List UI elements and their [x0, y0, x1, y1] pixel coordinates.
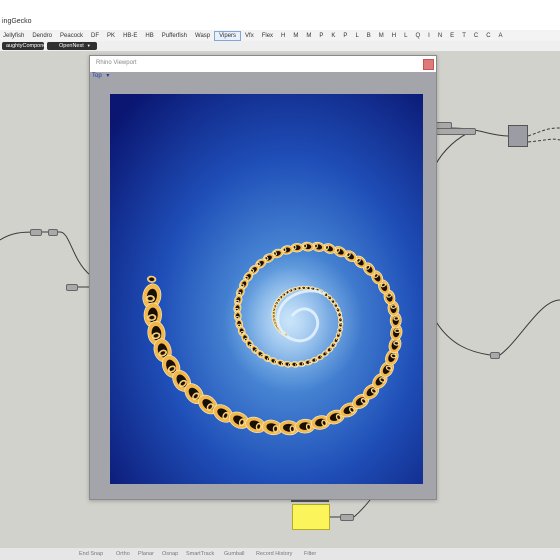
fractal-bulb: [272, 312, 275, 315]
fractal-bulb: [273, 322, 277, 325]
fractal-bulb: [339, 327, 343, 330]
fractal-bulb: [295, 363, 298, 367]
fractal-bulb: [237, 323, 242, 327]
fractal-bulb: [292, 287, 295, 291]
status-item[interactable]: Osnap: [162, 551, 178, 557]
view-label: Top: [92, 73, 102, 79]
status-item[interactable]: Filter: [304, 551, 316, 557]
wire-left-2: [42, 231, 91, 276]
fractal-bulb: [235, 299, 240, 304]
close-icon[interactable]: [423, 59, 434, 70]
fractal-bulb: [310, 287, 313, 290]
chevron-down-icon: ▾: [106, 73, 110, 79]
fractal-bulb: [394, 328, 401, 334]
yellow-panel[interactable]: [292, 504, 330, 530]
fractal-bulb: [288, 289, 291, 292]
param-node-left-2[interactable]: [48, 229, 58, 236]
param-node-right-3[interactable]: [490, 352, 500, 359]
panel-header-bar: [291, 500, 329, 502]
fractal-bulb: [145, 295, 155, 302]
param-node-bottom[interactable]: [340, 514, 354, 521]
fractal-bulb: [296, 286, 299, 290]
fractal-bulb: [314, 243, 318, 249]
wire-right-dashed-2: [527, 138, 560, 143]
fractal-bulb: [336, 307, 340, 310]
rhino-viewport-window[interactable]: Rhino Viewport Top ▾: [89, 55, 437, 500]
fractal-bulb: [272, 319, 276, 322]
fractal-bulb: [272, 425, 279, 433]
param-node-left-3[interactable]: [66, 284, 78, 291]
view-selector[interactable]: Top ▾: [92, 73, 109, 80]
fractal-bulb: [302, 362, 305, 366]
fractal-bulb: [339, 322, 343, 325]
fractal-bulb: [339, 317, 343, 320]
fractal-bulb: [288, 363, 291, 367]
status-item[interactable]: Ortho: [116, 551, 130, 557]
fractal-image: [110, 94, 423, 484]
param-node-left-1[interactable]: [30, 229, 42, 236]
fractal-render: [110, 94, 423, 484]
status-item[interactable]: SmartTrack: [186, 551, 214, 557]
fractal-bulb: [272, 316, 275, 318]
fractal-bulb: [292, 244, 297, 250]
fractal-bulb: [305, 286, 308, 289]
wire-right-dashed: [527, 127, 560, 137]
status-item[interactable]: Gumball: [224, 551, 244, 557]
viewport-title: Rhino Viewport: [96, 60, 137, 66]
component-square-right[interactable]: [508, 125, 528, 147]
wire-bottom-2: [353, 499, 371, 518]
status-item[interactable]: End Snap: [79, 551, 103, 557]
fractal-bulb: [393, 316, 400, 321]
fractal-bulb: [235, 316, 240, 320]
param-node-right-2[interactable]: [434, 128, 476, 135]
fractal-bulb: [303, 243, 307, 249]
fractal-bulb: [273, 305, 276, 308]
wire-right-3: [434, 299, 560, 356]
status-bar: End Snap Ortho Planar Osnap SmartTrack G…: [0, 548, 560, 560]
status-item[interactable]: Record History: [256, 551, 292, 557]
fractal-bulb: [272, 309, 275, 312]
status-item[interactable]: Planar: [138, 551, 154, 557]
fractal-bulb: [301, 286, 304, 289]
viewport-title-bar[interactable]: Rhino Viewport: [90, 56, 436, 72]
fractal-bulb: [338, 312, 341, 315]
fractal-bulb: [234, 308, 239, 312]
grasshopper-window: ingGecko Jellyfish Dendro Peacock DF PK …: [0, 0, 560, 560]
fractal-bulb: [289, 425, 296, 433]
